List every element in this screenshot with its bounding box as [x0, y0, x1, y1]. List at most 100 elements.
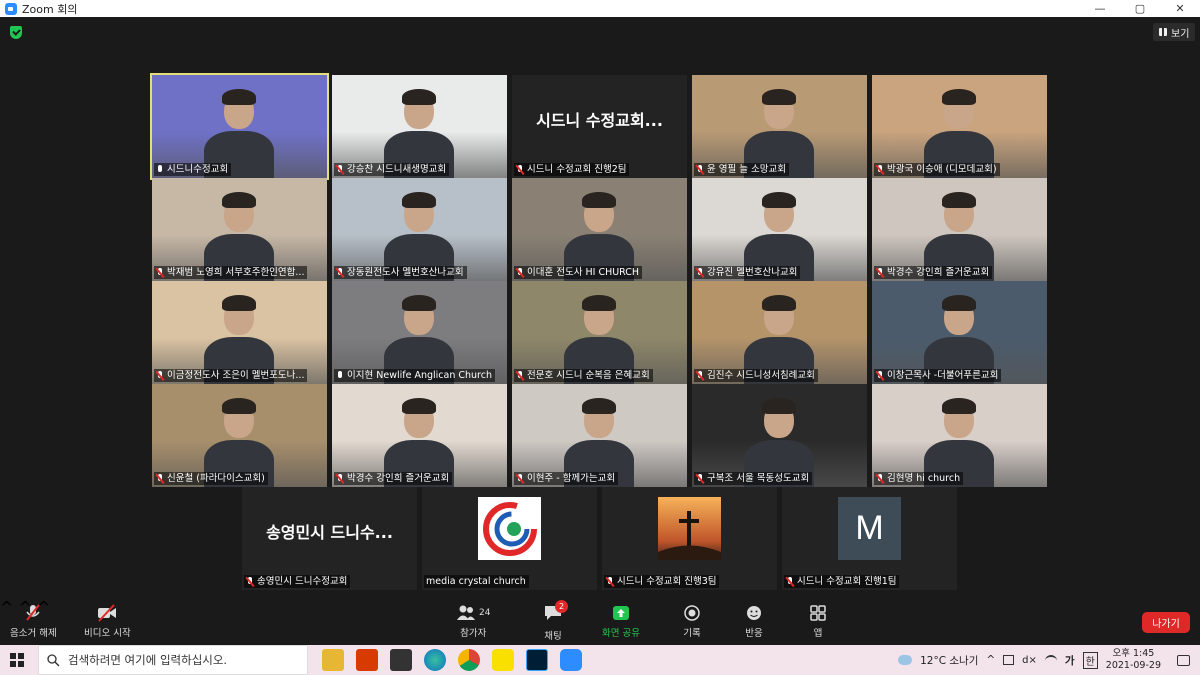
edge-browser-icon[interactable] — [424, 649, 446, 671]
participant-tile[interactable]: 장동원전도사 멜번호산나교회 — [332, 178, 507, 281]
participant-name: 신윤철 (파라다이스교회) — [167, 473, 265, 484]
participant-name-label: 박경수 강인희 즐거운교회 — [874, 266, 993, 279]
participant-name: 김현명 hi church — [887, 473, 961, 484]
muted-mic-icon — [606, 576, 614, 587]
reactions-label: 반응 — [745, 628, 763, 639]
view-button[interactable]: 보기 — [1153, 23, 1196, 41]
participant-name: 이지현 Newlife Anglican Church — [347, 370, 492, 381]
clock[interactable]: 오후 1:45 2021-09-29 — [1106, 648, 1161, 672]
participant-tile[interactable]: 이지현 Newlife Anglican Church — [332, 281, 507, 384]
participant-name: 장동원전도사 멜번호산나교회 — [347, 267, 464, 278]
participant-display-name: 시드니 수정교회... — [536, 111, 663, 130]
maximize-button[interactable]: ▢ — [1120, 0, 1160, 17]
participant-name-label: 구복조 서울 목동성도교회 — [694, 472, 813, 485]
participant-hair — [762, 295, 796, 311]
participant-hair — [582, 295, 616, 311]
minimize-button[interactable]: — — [1080, 0, 1120, 17]
participant-tile[interactable]: 시드니 수정교회 진행3팀 — [602, 487, 777, 590]
participant-tile[interactable]: media crystal church — [422, 487, 597, 590]
participant-tile[interactable]: M 시드니 수정교회 진행1팀 — [782, 487, 957, 590]
kakaotalk-icon[interactable] — [492, 649, 514, 671]
participant-tile[interactable]: 김진수 시드니성서침례교회 — [692, 281, 867, 384]
unmute-label: 음소거 해제 — [10, 628, 57, 639]
notification-icon[interactable] — [1177, 654, 1190, 666]
participant-tile[interactable]: 박재범 노영희 서부호주한인연합... — [152, 178, 327, 281]
apps-label: 앱 — [813, 628, 823, 639]
weather-text[interactable]: 12°C 소나기 — [920, 653, 978, 668]
participant-name-label: 시드니 수정교회 진행1팀 — [784, 575, 900, 588]
muted-mic-icon — [516, 370, 524, 381]
participant-name-label: media crystal church — [424, 575, 529, 588]
participant-hair — [582, 192, 616, 208]
participant-tile[interactable]: 윤 영필 늘 소망교회 — [692, 75, 867, 178]
record-button[interactable]: 기록 — [682, 604, 702, 639]
windows-start-icon[interactable] — [10, 653, 24, 667]
participant-hair — [222, 398, 256, 414]
participant-name-label: 윤 영필 늘 소망교회 — [694, 163, 789, 176]
chat-button[interactable]: 2 채팅 — [543, 600, 568, 642]
meeting-area: 보기 시드니수정교회 강승찬 시드니새생명교회 시드니 수정교회... 시드니 수정교… — [0, 17, 1200, 645]
crystal-church-logo — [478, 497, 541, 560]
participant-name-label: 박재범 노영희 서부호주한인연합... — [154, 266, 308, 279]
participant-tile[interactable]: 전문호 시드니 순복음 은혜교회 — [512, 281, 687, 384]
participant-name: 송영민시 드니수정교회 — [257, 576, 348, 587]
unmute-button[interactable]: 음소거 해제 — [10, 604, 57, 639]
participant-tile[interactable]: 송영민시 드니수... 송영민시 드니수정교회 — [242, 487, 417, 590]
participant-hair — [402, 89, 436, 105]
participant-hair — [942, 89, 976, 105]
start-video-label: 비디오 시작 — [84, 628, 131, 639]
participant-name-label: 강승찬 시드니새생명교회 — [334, 163, 450, 176]
participant-tile[interactable]: 시드니수정교회 — [150, 73, 329, 180]
taskbar-search-box[interactable]: 검색하려면 여기에 입력하십시오. — [38, 645, 308, 675]
ime-mode[interactable]: 한 — [1082, 651, 1098, 669]
participant-tile[interactable]: 이창근목사 -더불어푸른교회 — [872, 281, 1047, 384]
participant-tile[interactable]: 이현주 - 함께가는교회 — [512, 384, 687, 487]
participant-hair — [402, 398, 436, 414]
participant-name: 시드니 수정교회 진행3팀 — [617, 576, 717, 587]
participant-tile[interactable]: 강유진 멜번호산나교회 — [692, 178, 867, 281]
ime-lang[interactable]: 가 — [1065, 653, 1075, 668]
participants-button[interactable]: 24 참가자 — [456, 604, 490, 639]
lightroom-icon[interactable] — [526, 649, 548, 671]
close-button[interactable]: ✕ — [1160, 0, 1200, 17]
reactions-button[interactable]: 반응 — [744, 604, 764, 639]
encryption-shield-icon[interactable] — [10, 26, 22, 39]
muted-mic-icon — [876, 370, 884, 381]
participant-name-label: 이금정전도사 조은이 멜번포도나... — [154, 369, 308, 382]
apps-button[interactable]: 앱 — [808, 604, 828, 639]
mail-icon[interactable] — [390, 649, 412, 671]
zoom-taskbar-icon[interactable] — [560, 649, 582, 671]
share-screen-button[interactable]: 화면 공유 — [602, 604, 640, 639]
tray-chevron-icon[interactable]: ^ — [986, 654, 995, 666]
file-explorer-icon[interactable] — [322, 649, 344, 671]
participant-name-label: 시드니수정교회 — [154, 163, 232, 176]
participant-tile[interactable]: 이대훈 전도사 HI CHURCH — [512, 178, 687, 281]
muted-mic-icon — [156, 473, 164, 484]
participant-name-label: 박광국 이승애 (디모데교회) — [874, 163, 1000, 176]
network-icon[interactable] — [1003, 655, 1015, 665]
participant-hair — [942, 295, 976, 311]
participant-tile[interactable]: 박경수 강인희 즐거운교회 — [332, 384, 507, 487]
start-video-button[interactable]: 비디오 시작 — [84, 604, 131, 639]
participant-name: 전문호 시드니 순복음 은혜교회 — [527, 370, 650, 381]
volume-muted-icon[interactable]: d× — [1022, 655, 1037, 666]
participant-name: 강승찬 시드니새생명교회 — [347, 164, 447, 175]
participant-tile[interactable]: 박광국 이승애 (디모데교회) — [872, 75, 1047, 178]
window-title: Zoom 회의 — [22, 2, 78, 16]
participant-tile[interactable]: 강승찬 시드니새생명교회 — [332, 75, 507, 178]
participant-tile[interactable]: 김현명 hi church — [872, 384, 1047, 487]
participant-name: 이금정전도사 조은이 멜번포도나... — [167, 370, 305, 381]
leave-button[interactable]: 나가기 — [1142, 612, 1190, 633]
office-icon[interactable] — [356, 649, 378, 671]
participant-name: media crystal church — [426, 576, 526, 587]
muted-mic-icon — [336, 267, 344, 278]
participant-name: 시드니수정교회 — [167, 164, 229, 175]
chrome-browser-icon[interactable] — [458, 649, 480, 671]
participant-tile[interactable]: 시드니 수정교회... 시드니 수정교회 진행2팀 — [512, 75, 687, 178]
participant-tile[interactable]: 신윤철 (파라다이스교회) — [152, 384, 327, 487]
participant-tile[interactable]: 구복조 서울 목동성도교회 — [692, 384, 867, 487]
search-placeholder: 검색하려면 여기에 입력하십시오. — [68, 653, 228, 667]
participant-tile[interactable]: 이금정전도사 조은이 멜번포도나... — [152, 281, 327, 384]
wifi-icon[interactable] — [1044, 655, 1057, 665]
participant-tile[interactable]: 박경수 강인희 즐거운교회 — [872, 178, 1047, 281]
